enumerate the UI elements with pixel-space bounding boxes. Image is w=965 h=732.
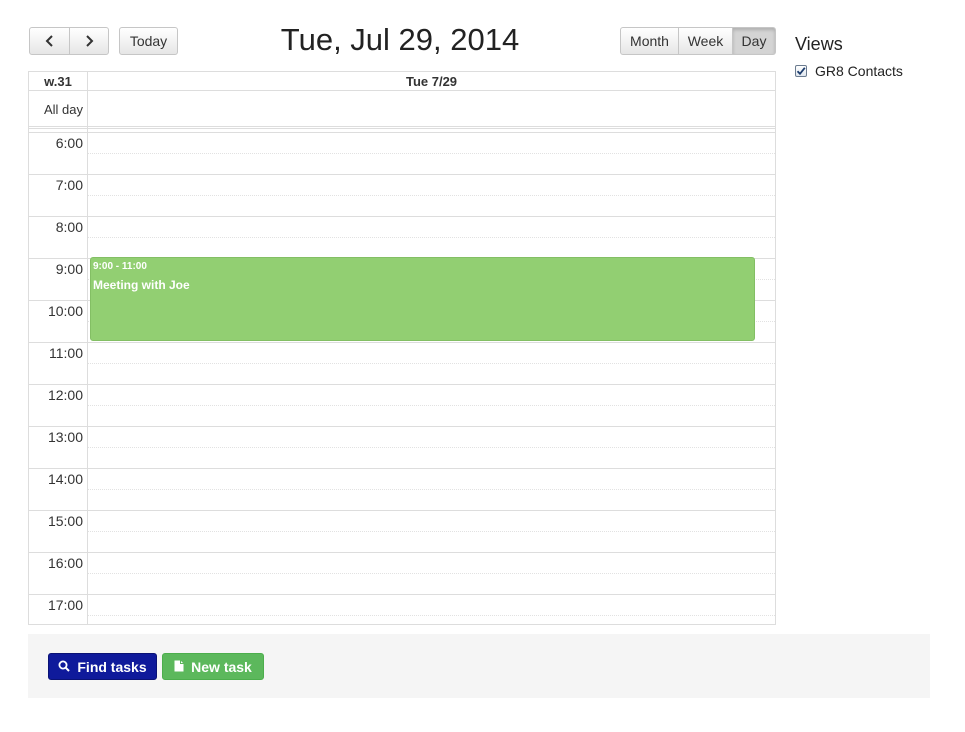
page-title: Tue, Jul 29, 2014	[280, 22, 520, 57]
day-calendar: w.31 Tue 7/29 All day 6:00 7:00 8:00 9:00 10…	[28, 71, 776, 625]
half-hour-line	[88, 195, 775, 196]
hour-row[interactable]: 8:00	[29, 216, 775, 258]
hour-row[interactable]: 17:00	[29, 594, 775, 624]
half-hour-line	[88, 573, 775, 574]
view-checkbox[interactable]	[795, 65, 807, 77]
half-hour-line	[88, 405, 775, 406]
calendar-event[interactable]: 9:00 - 11:00 Meeting with Joe	[90, 257, 755, 341]
hour-label: 7:00	[55, 177, 83, 193]
new-task-button[interactable]: New task	[162, 653, 264, 680]
views-heading: Views	[795, 34, 843, 54]
chevron-right-icon	[84, 35, 94, 47]
time-grid[interactable]: 6:00 7:00 8:00 9:00 10:00 11:00 12:00 13:00 14:0…	[29, 132, 775, 624]
hour-row[interactable]: 15:00	[29, 510, 775, 552]
hour-row[interactable]: 6:00	[29, 132, 775, 174]
hour-row[interactable]: 11:00	[29, 342, 775, 384]
search-icon	[58, 659, 71, 675]
event-title: Meeting with Joe	[93, 278, 190, 292]
hour-row[interactable]: 12:00	[29, 384, 775, 426]
hour-label: 9:00	[55, 261, 83, 277]
half-hour-line	[88, 615, 775, 616]
half-hour-line	[88, 237, 775, 238]
hour-label: 13:00	[47, 429, 83, 445]
hour-label: 10:00	[47, 303, 83, 319]
hour-label: 11:00	[49, 345, 83, 361]
new-task-label: New task	[191, 658, 252, 675]
view-item-label: GR8 Contacts	[815, 63, 903, 79]
hour-label: 15:00	[47, 513, 83, 529]
hour-label: 6:00	[55, 135, 83, 151]
allday-row[interactable]: All day	[29, 91, 775, 129]
chevron-left-icon	[45, 35, 55, 47]
half-hour-line	[88, 489, 775, 490]
find-tasks-button[interactable]: Find tasks	[48, 653, 157, 680]
week-view-button[interactable]: Week	[678, 27, 733, 55]
day-column-header[interactable]: Tue 7/29	[88, 74, 775, 89]
document-icon	[174, 659, 184, 675]
hour-label: 14:00	[47, 471, 83, 487]
hour-row[interactable]: 16:00	[29, 552, 775, 594]
half-hour-line	[88, 153, 775, 154]
allday-label: All day	[43, 102, 83, 117]
footer-bar: Find tasks New task	[28, 634, 930, 698]
hour-label: 12:00	[47, 387, 83, 403]
hour-label: 16:00	[47, 555, 83, 571]
view-item-gr8-contacts[interactable]: GR8 Contacts	[795, 62, 903, 80]
event-time: 9:00 - 11:00	[93, 261, 147, 272]
week-number: w.31	[44, 74, 72, 89]
half-hour-line	[88, 447, 775, 448]
next-button[interactable]	[69, 27, 109, 55]
hour-row[interactable]: 13:00	[29, 426, 775, 468]
hour-row[interactable]: 14:00	[29, 468, 775, 510]
checkmark-icon	[796, 67, 806, 76]
calendar-header: w.31 Tue 7/29	[29, 72, 775, 91]
half-hour-line	[88, 531, 775, 532]
hour-label: 17:00	[47, 597, 83, 613]
hour-label: 8:00	[55, 219, 83, 235]
month-view-button[interactable]: Month	[620, 27, 679, 55]
hour-row[interactable]: 7:00	[29, 174, 775, 216]
today-button[interactable]: Today	[119, 27, 178, 55]
prev-button[interactable]	[29, 27, 70, 55]
day-view-button[interactable]: Day	[732, 27, 776, 55]
find-tasks-label: Find tasks	[77, 658, 147, 675]
half-hour-line	[88, 363, 775, 364]
